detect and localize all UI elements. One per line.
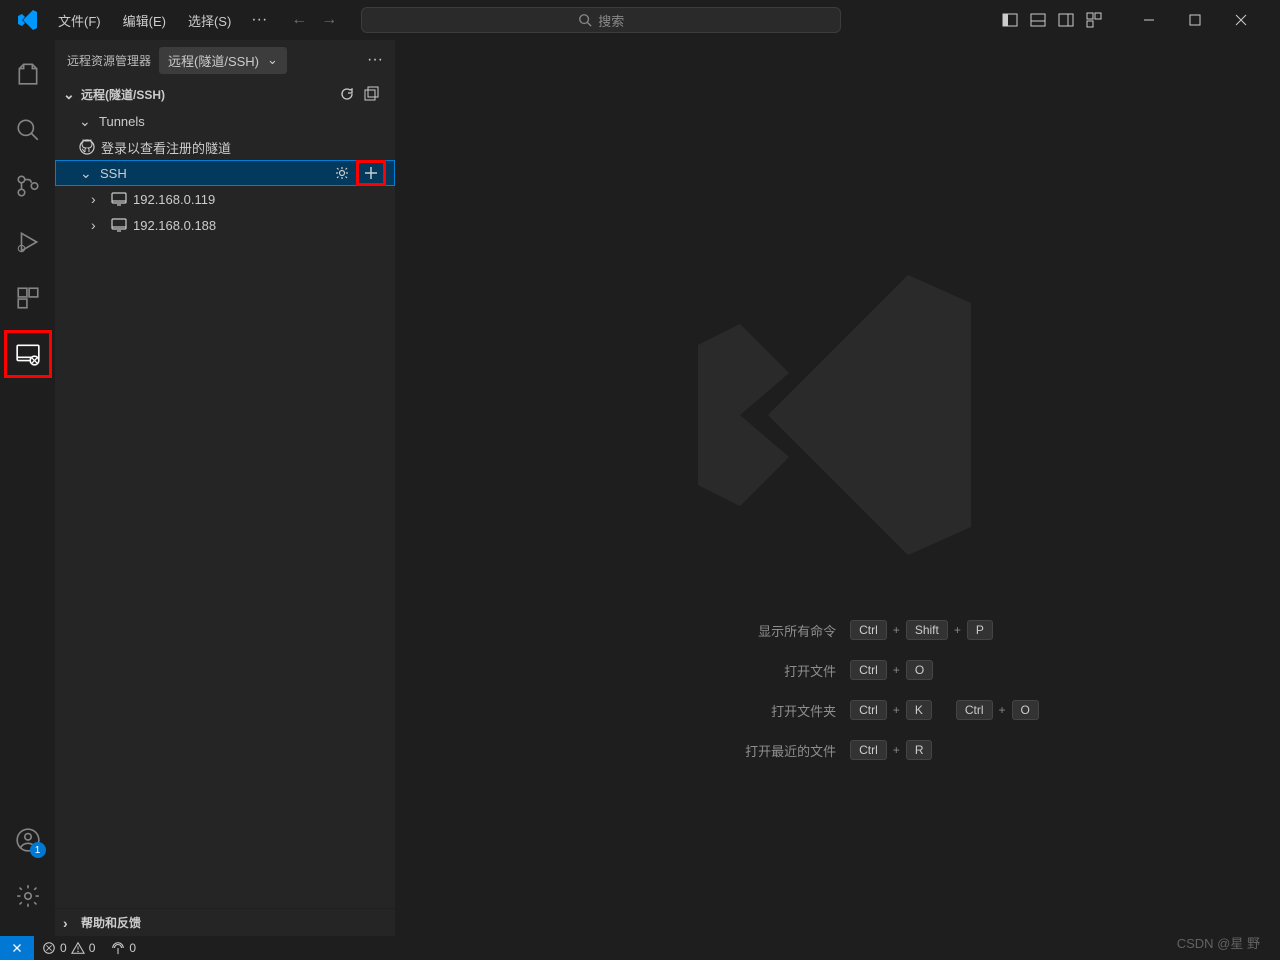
customize-layout-icon[interactable] [1086,12,1102,28]
tree-login-hint[interactable]: 登录以查看注册的隧道 [55,134,395,160]
plus-icon [363,165,379,181]
close-button[interactable] [1218,4,1264,36]
warning-icon [71,941,85,955]
layout-sidebar-right-icon[interactable] [1058,12,1074,28]
host-1-label: 192.168.0.188 [133,218,216,233]
shortcut-open-file: 打开文件 Ctrl + O [636,660,1039,680]
layout-sidebar-left-icon[interactable] [1002,12,1018,28]
status-problems[interactable]: 0 0 [34,941,103,955]
sidebar: 远程资源管理器 远程(隧道/SSH) ⌄ ··· ⌄ 远程(隧道/SSH) ⌄ … [55,40,395,936]
shortcut-open-folder: 打开文件夹 Ctrl + K Ctrl + O [636,700,1039,720]
add-ssh-button[interactable] [356,160,386,186]
nav-back-icon[interactable]: ← [291,11,307,29]
nav-forward-icon[interactable]: → [321,11,337,29]
nav-arrows: ← → [291,11,337,29]
editor-area: 显示所有命令 Ctrl + Shift + P 打开文件 Ctrl + O 打开 [395,40,1280,936]
login-hint-label: 登录以查看注册的隧道 [101,138,231,157]
chevron-down-icon: ⌄ [267,52,278,68]
menu-file[interactable]: 文件(F) [48,7,111,34]
maximize-button[interactable] [1172,4,1218,36]
activity-source-control[interactable] [4,162,52,210]
tree-host-0[interactable]: › 192.168.0.119 [55,186,395,212]
tree-ssh[interactable]: ⌄ SSH [55,160,395,186]
vscode-watermark-icon [663,240,1013,590]
tree-tunnels[interactable]: ⌄ Tunnels [55,108,395,134]
chevron-down-icon: ⌄ [79,113,93,130]
activity-accounts[interactable]: 1 [4,816,52,864]
status-ports[interactable]: 0 [103,941,144,955]
search-icon [578,13,592,27]
activity-extensions[interactable] [4,274,52,322]
refresh-icon[interactable] [339,86,355,102]
section-remote-label: 远程(隧道/SSH) [81,86,165,103]
chevron-right-icon: › [63,915,77,931]
chevron-down-icon: ⌄ [80,165,94,182]
tunnels-label: Tunnels [99,114,145,129]
vscode-logo-icon [8,8,48,32]
ssh-label: SSH [100,166,127,181]
help-label: 帮助和反馈 [81,914,141,931]
status-remote-button[interactable] [0,936,34,960]
section-remote[interactable]: ⌄ 远程(隧道/SSH) [55,80,395,108]
minimize-button[interactable] [1126,4,1172,36]
csdn-watermark: CSDN @星 野 [1177,933,1260,952]
layout-panel-icon[interactable] [1030,12,1046,28]
menu-edit[interactable]: 编辑(E) [113,7,176,34]
activity-explorer[interactable] [4,50,52,98]
chevron-right-icon: › [91,217,105,233]
host-0-label: 192.168.0.119 [133,192,215,207]
shortcut-open-recent: 打开最近的文件 Ctrl + R [636,740,1039,760]
chevron-right-icon: › [91,191,105,207]
antenna-icon [111,941,125,955]
sidebar-header: 远程资源管理器 远程(隧道/SSH) ⌄ ··· [55,40,395,80]
search-placeholder: 搜索 [598,11,624,30]
monitor-icon [111,191,127,207]
shortcut-show-all: 显示所有命令 Ctrl + Shift + P [636,620,1039,640]
activity-remote-explorer[interactable] [4,330,52,378]
command-center[interactable]: 搜索 [361,7,841,33]
sidebar-title: 远程资源管理器 [67,52,151,69]
main-area: 1 远程资源管理器 远程(隧道/SSH) ⌄ ··· ⌄ 远程(隧道/SSH) [0,40,1280,936]
title-actions [1002,4,1264,36]
gear-icon[interactable] [334,165,350,181]
new-window-icon[interactable] [363,86,379,102]
statusbar: 0 0 0 [0,936,1280,960]
titlebar: 文件(F) 编辑(E) 选择(S) ··· ← → 搜索 [0,0,1280,40]
menu-bar: 文件(F) 编辑(E) 选择(S) ··· [48,7,275,34]
section-help[interactable]: › 帮助和反馈 [55,908,395,936]
error-icon [42,941,56,955]
tree-host-1[interactable]: › 192.168.0.188 [55,212,395,238]
monitor-icon [111,217,127,233]
activity-run-debug[interactable] [4,218,52,266]
github-icon [79,139,95,155]
window-controls [1126,4,1264,36]
welcome-shortcuts: 显示所有命令 Ctrl + Shift + P 打开文件 Ctrl + O 打开 [636,620,1039,760]
activity-bar: 1 [0,40,55,936]
menu-select[interactable]: 选择(S) [178,7,241,34]
activity-settings[interactable] [4,872,52,920]
sidebar-more[interactable]: ··· [367,51,383,69]
menu-more[interactable]: ··· [243,7,275,34]
activity-bottom: 1 [4,816,52,928]
chevron-down-icon: ⌄ [63,86,77,103]
activity-search[interactable] [4,106,52,154]
account-badge: 1 [30,842,46,858]
remote-type-dropdown[interactable]: 远程(隧道/SSH) ⌄ [159,47,287,74]
